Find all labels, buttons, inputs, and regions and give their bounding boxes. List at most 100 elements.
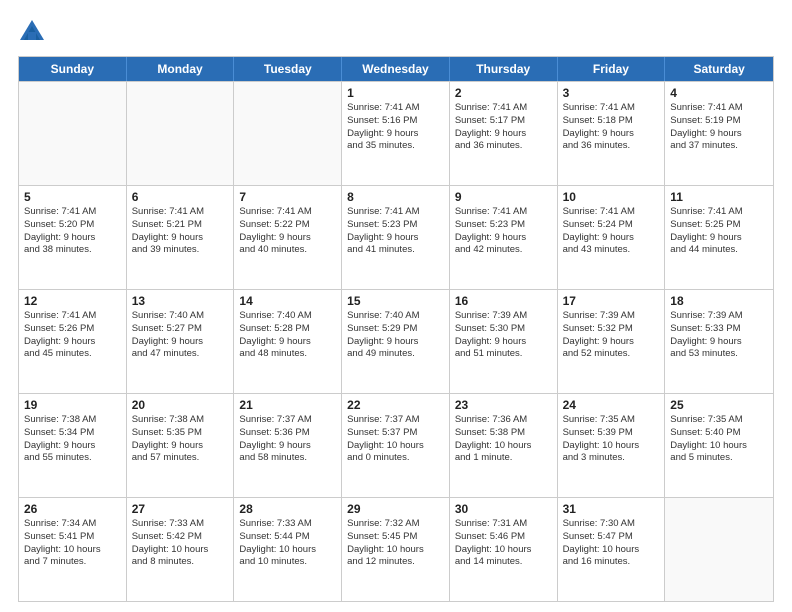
cal-cell: 2Sunrise: 7:41 AMSunset: 5:17 PMDaylight… <box>450 82 558 185</box>
cal-cell: 30Sunrise: 7:31 AMSunset: 5:46 PMDayligh… <box>450 498 558 601</box>
cell-text: Sunrise: 7:41 AMSunset: 5:22 PMDaylight:… <box>239 206 336 257</box>
day-number: 28 <box>239 502 336 516</box>
cell-text: Sunrise: 7:38 AMSunset: 5:35 PMDaylight:… <box>132 414 229 465</box>
header-cell-saturday: Saturday <box>665 57 773 81</box>
day-number: 2 <box>455 86 552 100</box>
day-number: 11 <box>670 190 768 204</box>
day-number: 24 <box>563 398 660 412</box>
calendar-header-row: SundayMondayTuesdayWednesdayThursdayFrid… <box>19 57 773 81</box>
day-number: 26 <box>24 502 121 516</box>
cal-cell: 28 Sunrise: 7:33 AMSunset: 5:44 PMDayligh… <box>234 498 342 601</box>
day-number: 20 <box>132 398 229 412</box>
cal-cell: 20 Sunrise: 7:38 AMSunset: 5:35 PMDayligh… <box>127 394 235 497</box>
week-row-4: 19 Sunrise: 7:38 AMSunset: 5:34 PMDayligh… <box>19 393 773 497</box>
cal-cell: 9Sunrise: 7:41 AMSunset: 5:23 PMDaylight… <box>450 186 558 289</box>
day-number: 14 <box>239 294 336 308</box>
cell-text: Sunrise: 7:35 AMSunset: 5:40 PMDaylight:… <box>670 414 768 465</box>
cell-text: Sunrise: 7:41 AMSunset: 5:20 PMDaylight:… <box>24 206 121 257</box>
cal-cell: 15 Sunrise: 7:40 AMSunset: 5:29 PMDayligh… <box>342 290 450 393</box>
cell-text: Sunrise: 7:40 AMSunset: 5:29 PMDaylight:… <box>347 310 444 361</box>
cell-text: Sunrise: 7:32 AMSunset: 5:45 PMDaylight:… <box>347 518 444 569</box>
cell-text: Sunrise: 7:41 AMSunset: 5:25 PMDaylight:… <box>670 206 768 257</box>
day-number: 1 <box>347 86 444 100</box>
cal-cell <box>234 82 342 185</box>
header-cell-monday: Monday <box>127 57 235 81</box>
calendar: SundayMondayTuesdayWednesdayThursdayFrid… <box>18 56 774 602</box>
day-number: 7 <box>239 190 336 204</box>
day-number: 3 <box>563 86 660 100</box>
day-number: 12 <box>24 294 121 308</box>
cell-text: Sunrise: 7:39 AMSunset: 5:32 PMDaylight:… <box>563 310 660 361</box>
cal-cell: 26Sunrise: 7:34 AMSunset: 5:41 PMDayligh… <box>19 498 127 601</box>
cell-text: Sunrise: 7:41 AMSunset: 5:23 PMDaylight:… <box>455 206 552 257</box>
cal-cell: 19 Sunrise: 7:38 AMSunset: 5:34 PMDayligh… <box>19 394 127 497</box>
header-cell-friday: Friday <box>558 57 666 81</box>
cal-cell: 8Sunrise: 7:41 AMSunset: 5:23 PMDaylight… <box>342 186 450 289</box>
header-cell-wednesday: Wednesday <box>342 57 450 81</box>
day-number: 31 <box>563 502 660 516</box>
logo <box>18 18 50 46</box>
day-number: 8 <box>347 190 444 204</box>
cell-text: Sunrise: 7:40 AMSunset: 5:27 PMDaylight:… <box>132 310 229 361</box>
cell-text: Sunrise: 7:38 AMSunset: 5:34 PMDaylight:… <box>24 414 121 465</box>
day-number: 25 <box>670 398 768 412</box>
cell-text: Sunrise: 7:41 AMSunset: 5:16 PMDaylight:… <box>347 102 444 153</box>
header-cell-sunday: Sunday <box>19 57 127 81</box>
cal-cell: 17 Sunrise: 7:39 AMSunset: 5:32 PMDayligh… <box>558 290 666 393</box>
week-row-1: 1 Sunrise: 7:41 AMSunset: 5:16 PMDaylight… <box>19 81 773 185</box>
day-number: 15 <box>347 294 444 308</box>
cal-cell <box>665 498 773 601</box>
day-number: 21 <box>239 398 336 412</box>
cal-cell: 16Sunrise: 7:39 AMSunset: 5:30 PMDayligh… <box>450 290 558 393</box>
cal-cell <box>127 82 235 185</box>
cal-cell: 5 Sunrise: 7:41 AMSunset: 5:20 PMDaylight… <box>19 186 127 289</box>
cal-cell: 13 Sunrise: 7:40 AMSunset: 5:27 PMDayligh… <box>127 290 235 393</box>
cal-cell: 24 Sunrise: 7:35 AMSunset: 5:39 PMDayligh… <box>558 394 666 497</box>
cell-text: Sunrise: 7:36 AMSunset: 5:38 PMDaylight:… <box>455 414 552 465</box>
header-cell-tuesday: Tuesday <box>234 57 342 81</box>
cal-cell: 14 Sunrise: 7:40 AMSunset: 5:28 PMDayligh… <box>234 290 342 393</box>
day-number: 29 <box>347 502 444 516</box>
day-number: 6 <box>132 190 229 204</box>
day-number: 23 <box>455 398 552 412</box>
day-number: 17 <box>563 294 660 308</box>
cal-cell: 23 Sunrise: 7:36 AMSunset: 5:38 PMDayligh… <box>450 394 558 497</box>
week-row-3: 12 Sunrise: 7:41 AMSunset: 5:26 PMDayligh… <box>19 289 773 393</box>
page: SundayMondayTuesdayWednesdayThursdayFrid… <box>0 0 792 612</box>
cal-cell: 18 Sunrise: 7:39 AMSunset: 5:33 PMDayligh… <box>665 290 773 393</box>
day-number: 4 <box>670 86 768 100</box>
cell-text: Sunrise: 7:41 AMSunset: 5:21 PMDaylight:… <box>132 206 229 257</box>
cal-cell: 7 Sunrise: 7:41 AMSunset: 5:22 PMDaylight… <box>234 186 342 289</box>
header-cell-thursday: Thursday <box>450 57 558 81</box>
cal-cell: 1 Sunrise: 7:41 AMSunset: 5:16 PMDaylight… <box>342 82 450 185</box>
cal-cell <box>19 82 127 185</box>
cal-cell: 10 Sunrise: 7:41 AMSunset: 5:24 PMDayligh… <box>558 186 666 289</box>
cell-text: Sunrise: 7:41 AMSunset: 5:24 PMDaylight:… <box>563 206 660 257</box>
cell-text: Sunrise: 7:41 AMSunset: 5:18 PMDaylight:… <box>563 102 660 153</box>
day-number: 5 <box>24 190 121 204</box>
cell-text: Sunrise: 7:33 AMSunset: 5:42 PMDaylight:… <box>132 518 229 569</box>
cell-text: Sunrise: 7:40 AMSunset: 5:28 PMDaylight:… <box>239 310 336 361</box>
day-number: 27 <box>132 502 229 516</box>
logo-icon <box>18 18 46 46</box>
cell-text: Sunrise: 7:41 AMSunset: 5:26 PMDaylight:… <box>24 310 121 361</box>
cal-cell: 4Sunrise: 7:41 AMSunset: 5:19 PMDaylight… <box>665 82 773 185</box>
cell-text: Sunrise: 7:30 AMSunset: 5:47 PMDaylight:… <box>563 518 660 569</box>
cal-cell: 27 Sunrise: 7:33 AMSunset: 5:42 PMDayligh… <box>127 498 235 601</box>
cell-text: Sunrise: 7:39 AMSunset: 5:33 PMDaylight:… <box>670 310 768 361</box>
day-number: 19 <box>24 398 121 412</box>
week-row-5: 26Sunrise: 7:34 AMSunset: 5:41 PMDayligh… <box>19 497 773 601</box>
cal-cell: 22 Sunrise: 7:37 AMSunset: 5:37 PMDayligh… <box>342 394 450 497</box>
day-number: 13 <box>132 294 229 308</box>
cal-cell: 11 Sunrise: 7:41 AMSunset: 5:25 PMDayligh… <box>665 186 773 289</box>
cal-cell: 21 Sunrise: 7:37 AMSunset: 5:36 PMDayligh… <box>234 394 342 497</box>
cell-text: Sunrise: 7:37 AMSunset: 5:36 PMDaylight:… <box>239 414 336 465</box>
cell-text: Sunrise: 7:31 AMSunset: 5:46 PMDaylight:… <box>455 518 552 569</box>
cell-text: Sunrise: 7:39 AMSunset: 5:30 PMDaylight:… <box>455 310 552 361</box>
day-number: 18 <box>670 294 768 308</box>
cell-text: Sunrise: 7:37 AMSunset: 5:37 PMDaylight:… <box>347 414 444 465</box>
cell-text: Sunrise: 7:33 AMSunset: 5:44 PMDaylight:… <box>239 518 336 569</box>
cell-text: Sunrise: 7:35 AMSunset: 5:39 PMDaylight:… <box>563 414 660 465</box>
day-number: 22 <box>347 398 444 412</box>
day-number: 10 <box>563 190 660 204</box>
